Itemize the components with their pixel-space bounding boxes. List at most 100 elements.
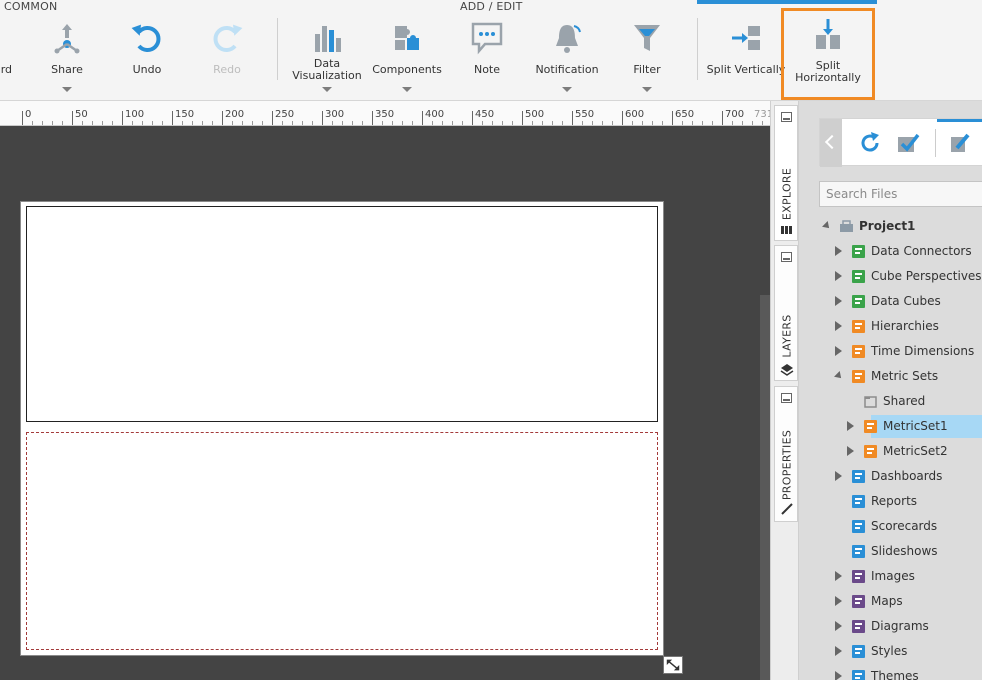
share-button[interactable]: Share [27, 18, 107, 98]
pin-icon[interactable] [781, 393, 792, 403]
tree-item-shared[interactable]: Shared [799, 389, 982, 414]
expand-arrow-icon[interactable] [835, 671, 842, 680]
ruler-tick [402, 121, 403, 125]
search-files-input[interactable] [819, 181, 982, 207]
tree-item-hierarchies[interactable]: Hierarchies [799, 314, 982, 339]
undo-label: Undo [132, 63, 162, 76]
chevron-down-icon[interactable] [322, 87, 332, 92]
chevron-down-icon[interactable] [402, 87, 412, 92]
ruler-tick [612, 121, 613, 125]
tree-item-scorecards[interactable]: Scorecards [799, 514, 982, 539]
tree-item-dashboards[interactable]: Dashboards [799, 464, 982, 489]
dashboards-icon [852, 470, 865, 483]
ruler-tick [602, 121, 603, 125]
filter-button[interactable]: Filter [607, 18, 687, 98]
ruler-label: 500 [525, 109, 545, 120]
data-cubes-icon [852, 295, 865, 308]
pin-icon[interactable] [781, 112, 792, 122]
ruler-tick [272, 111, 273, 125]
pin-icon[interactable] [781, 252, 792, 262]
tab-explore[interactable]: EXPLORE [774, 105, 798, 241]
tab-properties[interactable]: PROPERTIES [774, 386, 798, 522]
ruler-tick [312, 121, 313, 125]
tree-item-metricset1[interactable]: MetricSet1 [799, 414, 982, 439]
collapse-arrow-icon[interactable] [822, 221, 832, 231]
collapse-arrow-icon[interactable] [834, 371, 844, 381]
layout-panel-bottom[interactable] [26, 432, 658, 650]
ruler-label: 650 [675, 109, 695, 120]
ruler-tick [632, 121, 633, 125]
ruler-tick [172, 111, 173, 125]
tree-item-data-cubes[interactable]: Data Cubes [799, 289, 982, 314]
chevron-down-icon[interactable] [642, 87, 652, 92]
check-in-icon[interactable] [896, 131, 920, 155]
tree-item-project1[interactable]: Project1 [799, 214, 982, 239]
tab-layers[interactable]: LAYERS [774, 245, 798, 381]
ruler-tick [72, 111, 73, 125]
expand-arrow-icon[interactable] [835, 246, 842, 256]
note-button[interactable]: Note [447, 18, 527, 98]
edit-pencil-icon[interactable] [948, 131, 972, 155]
group-title-common: COMMON [4, 0, 58, 13]
resize-handle[interactable] [663, 656, 683, 674]
data-visualization-button[interactable]: Data Visualization [287, 18, 367, 98]
tree-item-label: MetricSet2 [883, 444, 948, 458]
slideshows-icon [852, 545, 865, 558]
redo-button[interactable]: Redo [187, 18, 267, 98]
expand-arrow-icon[interactable] [835, 471, 842, 481]
tree-item-data-connectors[interactable]: Data Connectors [799, 239, 982, 264]
ruler-label: 731 [754, 109, 770, 120]
note-label: Note [473, 63, 501, 76]
refresh-icon[interactable] [858, 131, 882, 155]
ruler-tick [82, 121, 83, 125]
collapse-panel-button[interactable] [820, 119, 842, 167]
data-connectors-icon [852, 245, 865, 258]
tree-item-reports[interactable]: Reports [799, 489, 982, 514]
tree-item-label: Slideshows [871, 544, 938, 558]
split-horizontally-button[interactable]: Split Horizontally [781, 8, 875, 100]
ruler-tick [552, 121, 553, 125]
expand-arrow-icon[interactable] [847, 446, 854, 456]
ruler-tick [512, 121, 513, 125]
tree-item-images[interactable]: Images [799, 564, 982, 589]
split-vertically-button[interactable]: Split Vertically [706, 18, 786, 98]
ruler-tick [652, 121, 653, 125]
canvas-vertical-scrollbar[interactable] [760, 295, 770, 680]
notification-button[interactable]: Notification [527, 18, 607, 98]
tree-item-styles[interactable]: Styles [799, 639, 982, 664]
components-button[interactable]: Components [367, 18, 447, 98]
ruler-label: 600 [625, 109, 645, 120]
ruler-label: 100 [125, 109, 145, 120]
ruler-tick [462, 121, 463, 125]
tree-item-time-dimensions[interactable]: Time Dimensions [799, 339, 982, 364]
chevron-down-icon[interactable] [562, 87, 572, 92]
tree-item-diagrams[interactable]: Diagrams [799, 614, 982, 639]
expand-arrow-icon[interactable] [835, 621, 842, 631]
expand-arrow-icon[interactable] [835, 346, 842, 356]
tree-item-slideshows[interactable]: Slideshows [799, 539, 982, 564]
ruler-tick [92, 121, 93, 125]
tree-item-label: Styles [871, 644, 908, 658]
expand-arrow-icon[interactable] [835, 646, 842, 656]
tree-item-themes[interactable]: Themes [799, 664, 982, 680]
chevron-down-icon[interactable] [62, 87, 72, 92]
images-icon [852, 570, 865, 583]
dashboard-button-label: rd [0, 63, 12, 76]
layout-panel-top[interactable] [26, 206, 658, 422]
expand-arrow-icon[interactable] [847, 421, 854, 431]
tree-item-metricset2[interactable]: MetricSet2 [799, 439, 982, 464]
tree-item-cube-perspectives[interactable]: Cube Perspectives [799, 264, 982, 289]
ruler-tick [412, 121, 413, 125]
components-label: Components [372, 63, 442, 76]
expand-arrow-icon[interactable] [835, 271, 842, 281]
undo-button[interactable]: Undo [107, 18, 187, 98]
expand-arrow-icon[interactable] [835, 321, 842, 331]
expand-arrow-icon[interactable] [835, 571, 842, 581]
tree-item-metric-sets[interactable]: Metric Sets [799, 364, 982, 389]
tree-item-label: Themes [871, 669, 919, 680]
tree-item-maps[interactable]: Maps [799, 589, 982, 614]
ruler-label: 700 [725, 109, 745, 120]
expand-arrow-icon[interactable] [835, 296, 842, 306]
ruler-tick [252, 121, 253, 125]
expand-arrow-icon[interactable] [835, 596, 842, 606]
